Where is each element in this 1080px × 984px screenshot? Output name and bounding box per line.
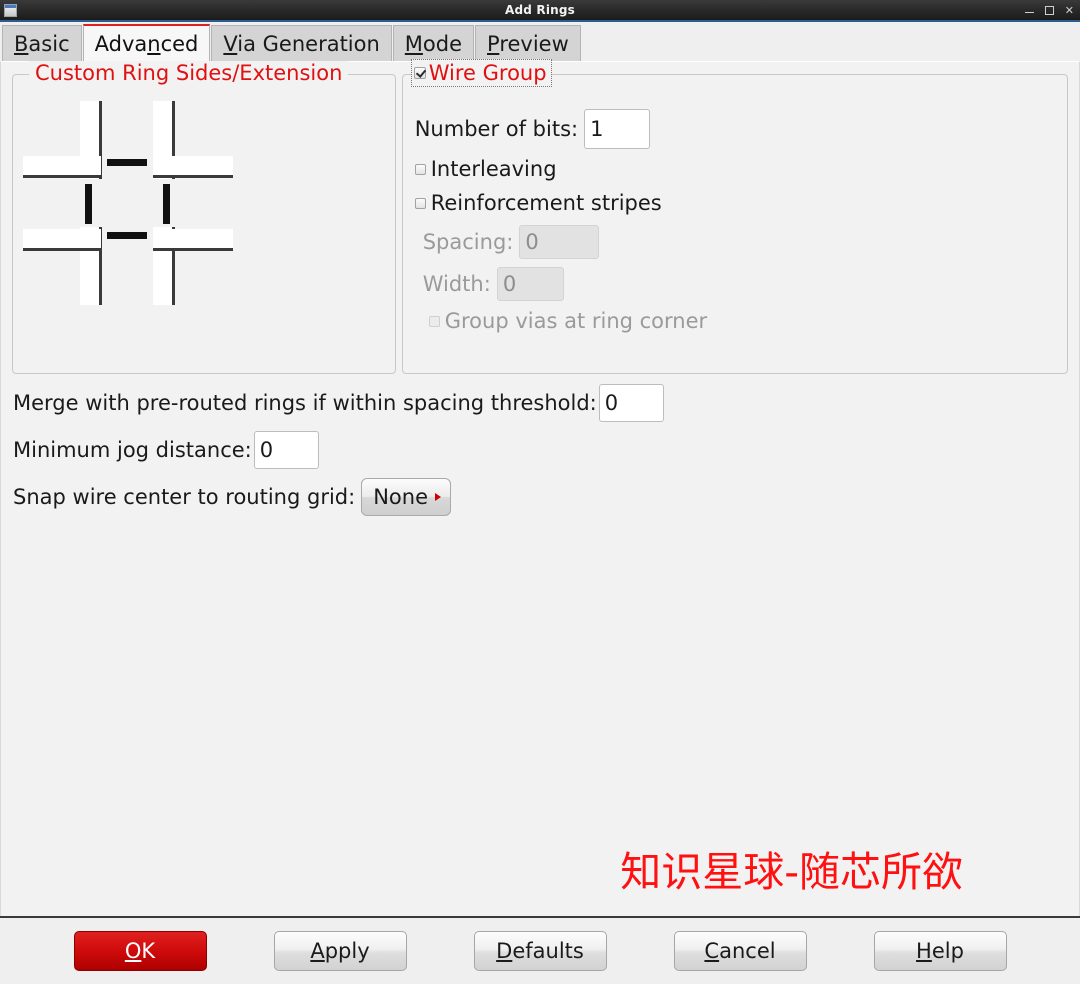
- tab-basic-mnemonic: B: [14, 31, 29, 56]
- help-button-label: elp: [931, 939, 964, 963]
- defaults-button[interactable]: Defaults: [473, 931, 607, 971]
- minimum-jog-distance-row: Minimum jog distance:: [13, 429, 1079, 471]
- tab-via-generation[interactable]: Via Generation: [211, 25, 392, 61]
- spacing-row: Spacing:: [415, 225, 1057, 259]
- group-vias-checkbox: [428, 315, 440, 327]
- tab-advanced-label: ced: [160, 31, 199, 56]
- number-of-bits-row: Number of bits:: [415, 109, 1057, 149]
- groups-row: Custom Ring Sides/Extension Wire Group N…: [1, 59, 1079, 374]
- apply-button-label: pply: [324, 939, 370, 963]
- ring-bar-horizontal-bottom-left: [23, 229, 101, 251]
- ok-button[interactable]: OK: [73, 931, 207, 971]
- tab-preview[interactable]: Preview: [475, 25, 581, 61]
- defaults-button-label: efaults: [512, 939, 584, 963]
- interleaving-row[interactable]: Interleaving: [414, 157, 1057, 181]
- apply-button-mnemonic: A: [310, 939, 325, 963]
- cancel-button[interactable]: Cancel: [673, 931, 807, 971]
- snap-wire-center-value: None: [373, 485, 429, 509]
- ok-button-label: K: [141, 939, 156, 963]
- merge-threshold-row: Merge with pre-routed rings if within sp…: [13, 382, 1079, 424]
- ring-handle-right[interactable]: [163, 184, 170, 224]
- tab-content-advanced: Custom Ring Sides/Extension Wire Group N…: [0, 59, 1080, 916]
- help-button[interactable]: Help: [873, 931, 1007, 971]
- custom-ring-sides-group: Custom Ring Sides/Extension: [12, 61, 396, 374]
- interleaving-checkbox[interactable]: [414, 163, 426, 175]
- cancel-button-label: ancel: [719, 939, 776, 963]
- wire-group-title: Wire Group: [428, 61, 547, 85]
- tab-bar: Basic Advanced Via Generation Mode Previ…: [0, 22, 1080, 61]
- number-of-bits-label: Number of bits:: [414, 117, 579, 141]
- width-row: Width:: [415, 267, 1057, 301]
- help-button-mnemonic: H: [916, 939, 932, 963]
- tab-preview-label: review: [499, 31, 569, 56]
- minimum-jog-distance-label: Minimum jog distance:: [13, 438, 252, 462]
- tab-advanced-prefix: Adva: [94, 31, 148, 56]
- width-label: Width:: [422, 272, 491, 296]
- tab-advanced[interactable]: Advanced: [82, 24, 211, 61]
- window-icon: [4, 3, 17, 17]
- wire-group-box: Wire Group Number of bits: Interleaving …: [401, 59, 1068, 374]
- minimum-jog-distance-input[interactable]: [253, 431, 319, 469]
- watermark-text: 知识星球-随芯所欲: [620, 848, 963, 896]
- snap-wire-center-dropdown[interactable]: None: [361, 478, 452, 516]
- close-icon[interactable]: ✕: [1065, 5, 1074, 16]
- window-controls: ✕: [1024, 5, 1074, 16]
- cancel-button-mnemonic: C: [704, 939, 720, 963]
- tab-mode[interactable]: Mode: [392, 25, 475, 61]
- ring-handle-left[interactable]: [85, 184, 92, 224]
- apply-button[interactable]: Apply: [273, 931, 407, 971]
- tab-via-generation-label: ia Generation: [237, 31, 380, 56]
- reinforcement-stripes-label: Reinforcement stripes: [430, 191, 662, 215]
- custom-ring-sides-title: Custom Ring Sides/Extension: [29, 61, 349, 85]
- spacing-label: Spacing:: [422, 230, 514, 254]
- ring-preview-diagram[interactable]: [23, 101, 238, 306]
- snap-wire-center-label: Snap wire center to routing grid:: [13, 485, 356, 509]
- group-vias-row: Group vias at ring corner: [415, 309, 1057, 333]
- ok-button-mnemonic: O: [124, 939, 142, 963]
- snap-wire-center-row: Snap wire center to routing grid: None: [13, 476, 1079, 518]
- tab-mode-mnemonic: M: [404, 31, 423, 56]
- reinforcement-stripes-checkbox[interactable]: [414, 197, 426, 209]
- chevron-right-icon: [435, 493, 442, 501]
- interleaving-label: Interleaving: [430, 157, 557, 181]
- merge-threshold-input[interactable]: [598, 384, 664, 422]
- width-input: [496, 267, 564, 301]
- defaults-button-mnemonic: D: [496, 939, 513, 963]
- number-of-bits-input[interactable]: [584, 109, 651, 149]
- tab-preview-mnemonic: P: [487, 31, 500, 56]
- ring-bar-horizontal-top-right: [153, 156, 233, 178]
- merge-threshold-label: Merge with pre-routed rings if within sp…: [13, 391, 597, 415]
- tab-basic-label: asic: [28, 31, 70, 56]
- dialog-button-bar: OK Apply Defaults Cancel Help: [0, 916, 1080, 984]
- spacing-input: [519, 225, 600, 259]
- ring-handle-bottom[interactable]: [107, 232, 147, 239]
- tab-basic[interactable]: Basic: [2, 25, 82, 61]
- window-title: Add Rings: [504, 3, 576, 17]
- tab-advanced-mnemonic: n: [147, 31, 161, 56]
- reinforcement-stripes-row[interactable]: Reinforcement stripes: [414, 191, 1057, 215]
- tab-via-generation-mnemonic: V: [223, 31, 238, 56]
- wire-group-checkbox[interactable]: [413, 67, 426, 79]
- maximize-icon[interactable]: [1044, 5, 1054, 15]
- minimize-icon[interactable]: [1024, 5, 1034, 15]
- ring-bar-horizontal-bottom-right: [153, 229, 233, 251]
- wire-group-fields: Number of bits: Interleaving Reinforceme…: [414, 109, 1057, 341]
- ring-bar-horizontal-top-left: [23, 156, 101, 178]
- tab-mode-label: ode: [422, 31, 463, 56]
- ring-handle-top[interactable]: [107, 159, 147, 166]
- group-vias-label: Group vias at ring corner: [444, 309, 708, 333]
- advanced-options: Merge with pre-routed rings if within sp…: [1, 374, 1079, 518]
- window-titlebar: Add Rings ✕: [0, 0, 1080, 22]
- wire-group-checkbox-row[interactable]: Wire Group: [410, 59, 552, 87]
